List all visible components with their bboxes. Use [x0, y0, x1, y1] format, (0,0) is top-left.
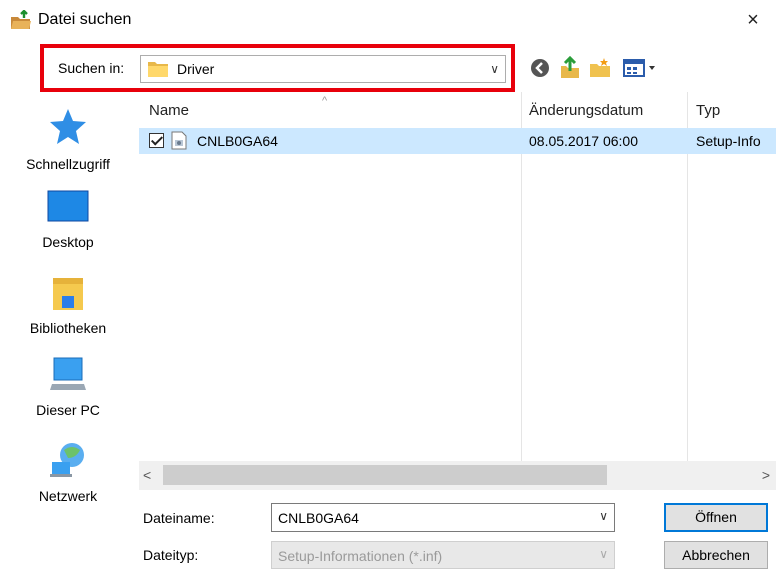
filename-combobox[interactable]: CNLB0GA64 ∨: [271, 503, 615, 532]
table-row[interactable]: CNLB0GA64 08.05.2017 06:00 Setup-Info: [139, 128, 776, 154]
scroll-thumb[interactable]: [163, 465, 607, 485]
back-icon[interactable]: [528, 56, 552, 80]
close-button[interactable]: ×: [738, 6, 768, 34]
view-menu-icon[interactable]: [622, 56, 660, 80]
this-pc-icon: [50, 357, 86, 390]
folder-icon: [148, 62, 168, 77]
horizontal-scrollbar[interactable]: < >: [139, 461, 776, 490]
network-icon: [50, 443, 84, 477]
place-desktop[interactable]: Desktop: [0, 190, 136, 270]
file-list[interactable]: Name ^ Änderungsdatum Typ CNLB0GA64 08.0…: [139, 92, 776, 490]
new-folder-icon[interactable]: [588, 56, 612, 80]
look-in-value: Driver: [177, 61, 215, 77]
quick-access-star-icon: [50, 109, 86, 144]
place-label: Bibliotheken: [29, 320, 107, 336]
open-file-app-icon: [11, 10, 31, 29]
scroll-right-button[interactable]: >: [762, 467, 770, 483]
filename-value: CNLB0GA64: [278, 510, 359, 526]
filetype-dropdown: Setup-Informationen (*.inf) ∨: [271, 541, 615, 569]
cancel-button[interactable]: Abbrechen: [664, 541, 768, 569]
column-header-date[interactable]: Änderungsdatum: [529, 102, 643, 120]
place-label: Desktop: [42, 234, 94, 250]
chevron-down-icon: ∨: [490, 62, 499, 76]
filetype-value: Setup-Informationen (*.inf): [278, 548, 443, 564]
sort-ascending-icon: ^: [322, 95, 328, 107]
place-label: Schnellzugriff: [26, 156, 110, 172]
place-label: Dieser PC: [36, 402, 100, 418]
look-in-dropdown[interactable]: Driver ∨: [140, 55, 506, 83]
chevron-down-icon: ∨: [599, 547, 608, 561]
place-libraries[interactable]: Bibliotheken: [0, 274, 136, 354]
title-bar: Datei suchen ×: [0, 0, 776, 40]
row-checkbox[interactable]: [149, 133, 164, 148]
places-bar: Schnellzugriff Desktop Bibliotheken Dies…: [0, 92, 136, 552]
place-this-pc[interactable]: Dieser PC: [0, 356, 136, 436]
row-type: Setup-Info: [696, 133, 761, 149]
place-label: Netzwerk: [38, 488, 98, 504]
chevron-down-icon[interactable]: ∨: [599, 509, 608, 523]
desktop-icon: [47, 190, 89, 222]
look-in-label: Suchen in:: [58, 60, 125, 76]
row-date: 08.05.2017 06:00: [529, 133, 638, 149]
filetype-label: Dateityp:: [143, 547, 199, 563]
place-quick-access[interactable]: Schnellzugriff: [0, 106, 136, 186]
setup-file-icon: [171, 131, 187, 150]
up-folder-icon[interactable]: [558, 56, 582, 80]
open-button[interactable]: Öffnen: [664, 503, 768, 532]
place-network[interactable]: Netzwerk: [0, 440, 136, 520]
scroll-left-button[interactable]: <: [143, 467, 151, 483]
filename-label: Dateiname:: [143, 510, 215, 526]
window-title: Datei suchen: [38, 11, 132, 28]
libraries-icon: [53, 278, 83, 310]
column-header-type[interactable]: Typ: [696, 102, 720, 120]
row-name: CNLB0GA64: [197, 133, 278, 149]
column-header-name[interactable]: Name: [149, 102, 189, 120]
